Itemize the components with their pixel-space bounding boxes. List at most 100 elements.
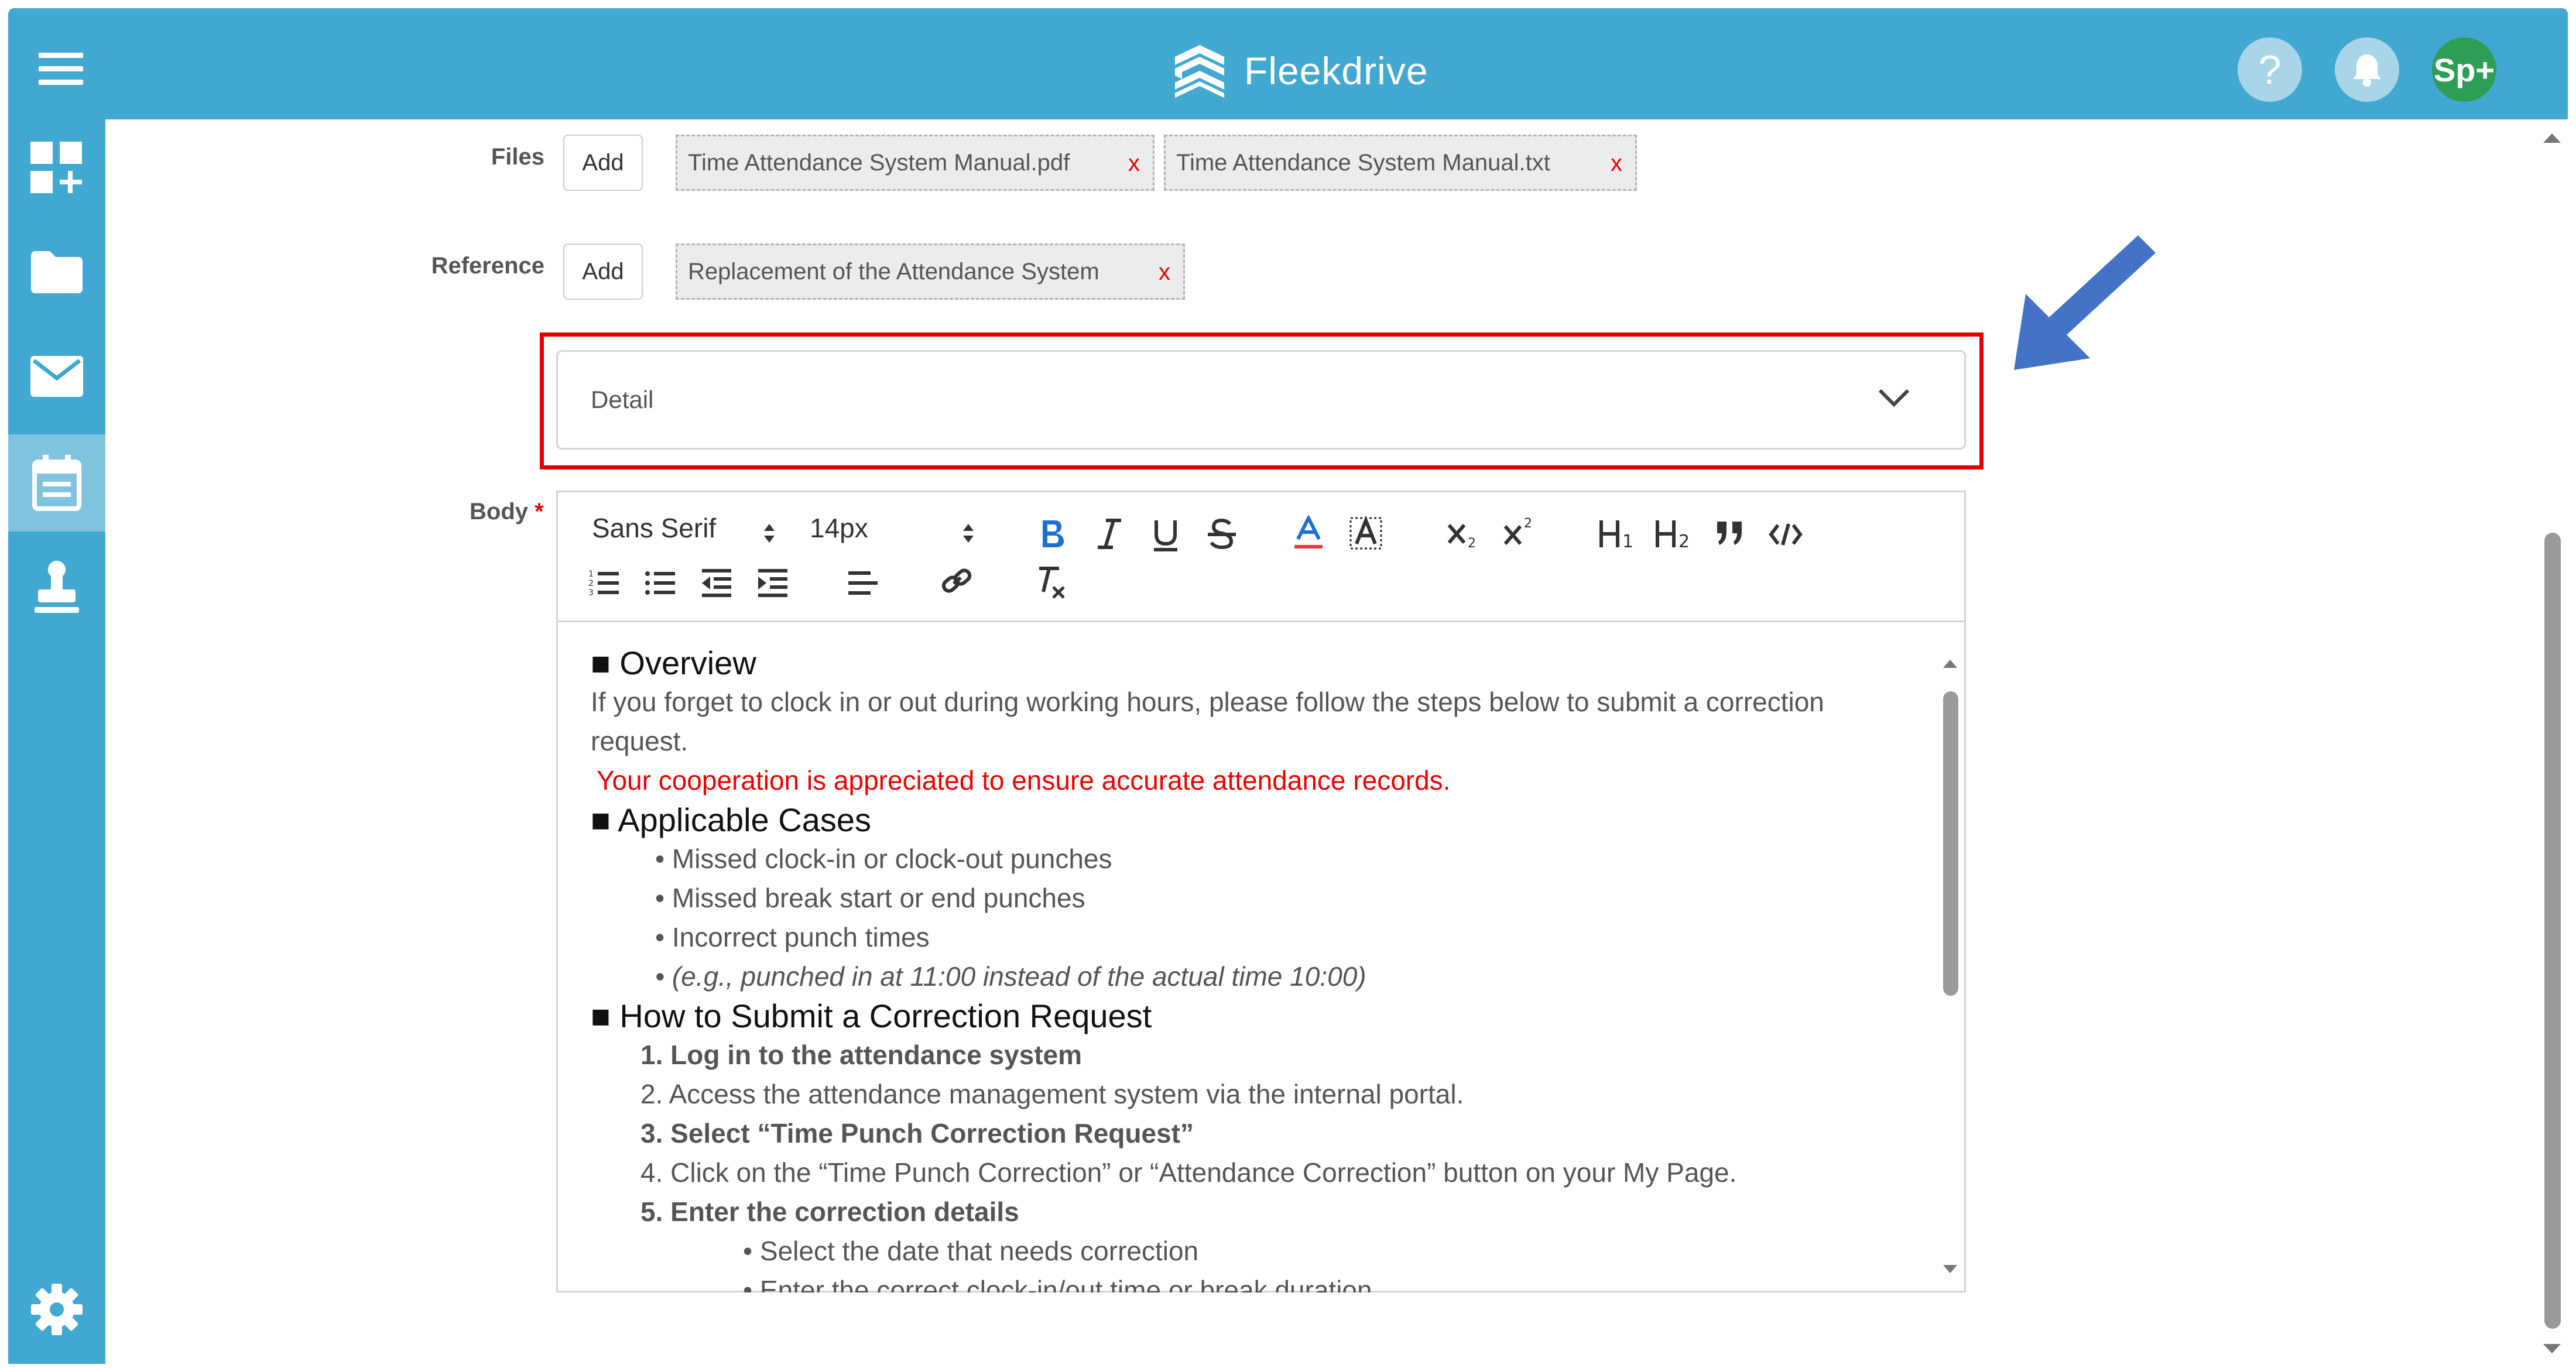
font-family-stepper-icon[interactable] <box>761 520 778 546</box>
reference-chip-label: Replacement of the Attendance System <box>688 258 1099 284</box>
folder-icon <box>31 251 83 293</box>
app-logo: Fleekdrive <box>1170 39 1428 103</box>
list-item: 2. Access the attendance management syst… <box>640 1079 1464 1109</box>
list-item: • Enter the correct clock-in/out time or… <box>743 1275 1372 1292</box>
text-color-icon[interactable] <box>1293 516 1324 551</box>
code-block-icon[interactable] <box>1769 522 1803 547</box>
help-button[interactable]: ? <box>2238 37 2302 102</box>
font-size-value: 14px <box>810 513 868 543</box>
body-label: Body * <box>470 499 544 525</box>
remove-file-icon[interactable]: x <box>1128 150 1140 177</box>
scroll-down-arrow-icon <box>1943 1265 1957 1273</box>
file-chip-label: Time Attendance System Manual.txt <box>1176 149 1550 176</box>
dashboard-add-icon <box>30 142 82 193</box>
sidebar <box>8 119 105 1364</box>
user-avatar[interactable]: Sp+ <box>2432 37 2496 102</box>
body-editor: Sans Serif 14px 2 2 1 2 123 ■ Overview I… <box>556 491 1966 1292</box>
bell-icon <box>2353 54 2381 87</box>
clear-format-icon[interactable] <box>1036 566 1068 599</box>
indent-icon[interactable] <box>757 568 789 598</box>
link-icon[interactable] <box>941 566 972 599</box>
file-chip-label: Time Attendance System Manual.pdf <box>688 149 1070 176</box>
scroll-down-arrow-icon <box>2543 1344 2561 1353</box>
editor-content[interactable]: ■ Overview If you forget to clock in or … <box>558 622 1964 1292</box>
strikethrough-icon[interactable] <box>1207 518 1237 550</box>
outdent-icon[interactable] <box>701 568 732 598</box>
hamburger-menu-icon[interactable] <box>39 53 83 85</box>
superscript-icon[interactable]: 2 <box>1503 515 1538 547</box>
page-scrollbar[interactable] <box>2539 129 2565 1358</box>
section-heading: ■ Applicable Cases <box>591 801 871 838</box>
scroll-up-arrow-icon <box>2543 133 2561 143</box>
list-item: 4. Click on the “Time Punch Correction” … <box>640 1157 1737 1188</box>
avatar-initials: Sp+ <box>2433 51 2495 88</box>
list-item: • Incorrect punch times <box>655 922 930 952</box>
sidebar-item-mail[interactable] <box>8 328 105 425</box>
notifications-button[interactable] <box>2335 37 2399 102</box>
detail-label: Detail <box>591 386 654 413</box>
paragraph-line: If you forget to clock in or out during … <box>591 687 1824 717</box>
gear-icon <box>31 1284 83 1335</box>
page-scrollbar-thumb[interactable] <box>2544 533 2561 1329</box>
help-icon: ? <box>2258 47 2282 92</box>
svg-text:1: 1 <box>1622 532 1633 550</box>
heading-1-icon[interactable]: 1 <box>1598 518 1636 550</box>
section-heading: ■ Overview <box>591 644 756 681</box>
heading-2-icon[interactable]: 2 <box>1654 518 1693 550</box>
list-item: • Missed break start or end punches <box>655 883 1085 913</box>
ordered-list-icon[interactable]: 123 <box>588 568 620 598</box>
sidebar-item-files[interactable] <box>8 224 105 321</box>
bullet-list-icon[interactable] <box>645 568 676 598</box>
subscript-icon[interactable]: 2 <box>1447 518 1482 550</box>
add-file-button[interactable]: Add <box>563 135 643 191</box>
background-color-icon[interactable] <box>1349 516 1382 551</box>
reference-chip[interactable]: Replacement of the Attendance System x <box>676 244 1185 300</box>
list-item: • (e.g., punched in at 11:00 instead of … <box>655 961 1366 992</box>
file-chip[interactable]: Time Attendance System Manual.pdf x <box>676 135 1155 191</box>
add-reference-button[interactable]: Add <box>563 244 643 300</box>
fleekdrive-logo-icon <box>1175 45 1224 98</box>
editor-toolbar: Sans Serif 14px 2 2 1 2 123 <box>558 492 1964 622</box>
section-heading: ■ How to Submit a Correction Request <box>591 997 1152 1034</box>
body-label-text: Body <box>470 499 528 524</box>
remove-reference-icon[interactable]: x <box>1159 259 1170 286</box>
font-size-select[interactable]: 14px <box>810 512 868 544</box>
files-label: Files <box>491 144 544 170</box>
editor-scrollbar[interactable] <box>1941 656 1960 1277</box>
list-item: • Select the date that needs correction <box>743 1236 1199 1266</box>
svg-text:1: 1 <box>588 570 594 579</box>
italic-icon[interactable] <box>1095 518 1123 550</box>
blockquote-icon[interactable] <box>1715 519 1745 547</box>
chevron-down-icon <box>1878 389 1910 407</box>
svg-text:2: 2 <box>1468 536 1476 550</box>
app-header: Fleekdrive ? Sp+ <box>8 8 2568 119</box>
annotation-arrow-icon <box>2014 235 2156 370</box>
list-item: 5. Enter the correction details <box>640 1196 1019 1227</box>
calendar-icon <box>32 455 81 511</box>
svg-text:2: 2 <box>1678 532 1690 550</box>
sidebar-item-calendar[interactable] <box>8 434 105 532</box>
required-mark: * <box>535 499 544 524</box>
font-size-stepper-icon[interactable] <box>960 520 977 546</box>
font-family-select[interactable]: Sans Serif <box>592 512 716 544</box>
remove-file-icon[interactable]: x <box>1611 150 1622 177</box>
list-item: • Missed clock-in or clock-out punches <box>655 844 1112 874</box>
font-family-value: Sans Serif <box>592 513 717 543</box>
paragraph-line: request. <box>591 726 688 756</box>
sidebar-item-dashboard[interactable] <box>8 119 105 217</box>
bold-icon[interactable] <box>1038 518 1066 550</box>
file-chip[interactable]: Time Attendance System Manual.txt x <box>1164 135 1637 191</box>
sidebar-item-settings[interactable] <box>8 1261 105 1358</box>
align-icon[interactable] <box>847 568 879 598</box>
scroll-up-arrow-icon <box>1943 660 1957 668</box>
underline-icon[interactable] <box>1152 518 1180 552</box>
reference-label: Reference <box>431 253 544 279</box>
stamp-icon <box>35 561 79 613</box>
detail-dropdown[interactable]: Detail <box>556 350 1966 450</box>
list-item: 3. Select “Time Punch Correction Request… <box>640 1118 1194 1148</box>
svg-text:2: 2 <box>588 579 594 588</box>
mail-icon <box>30 356 83 397</box>
highlight-note: Your cooperation is appreciated to ensur… <box>597 765 1451 796</box>
sidebar-item-approval[interactable] <box>8 539 105 636</box>
editor-scrollbar-thumb[interactable] <box>1943 691 1958 996</box>
